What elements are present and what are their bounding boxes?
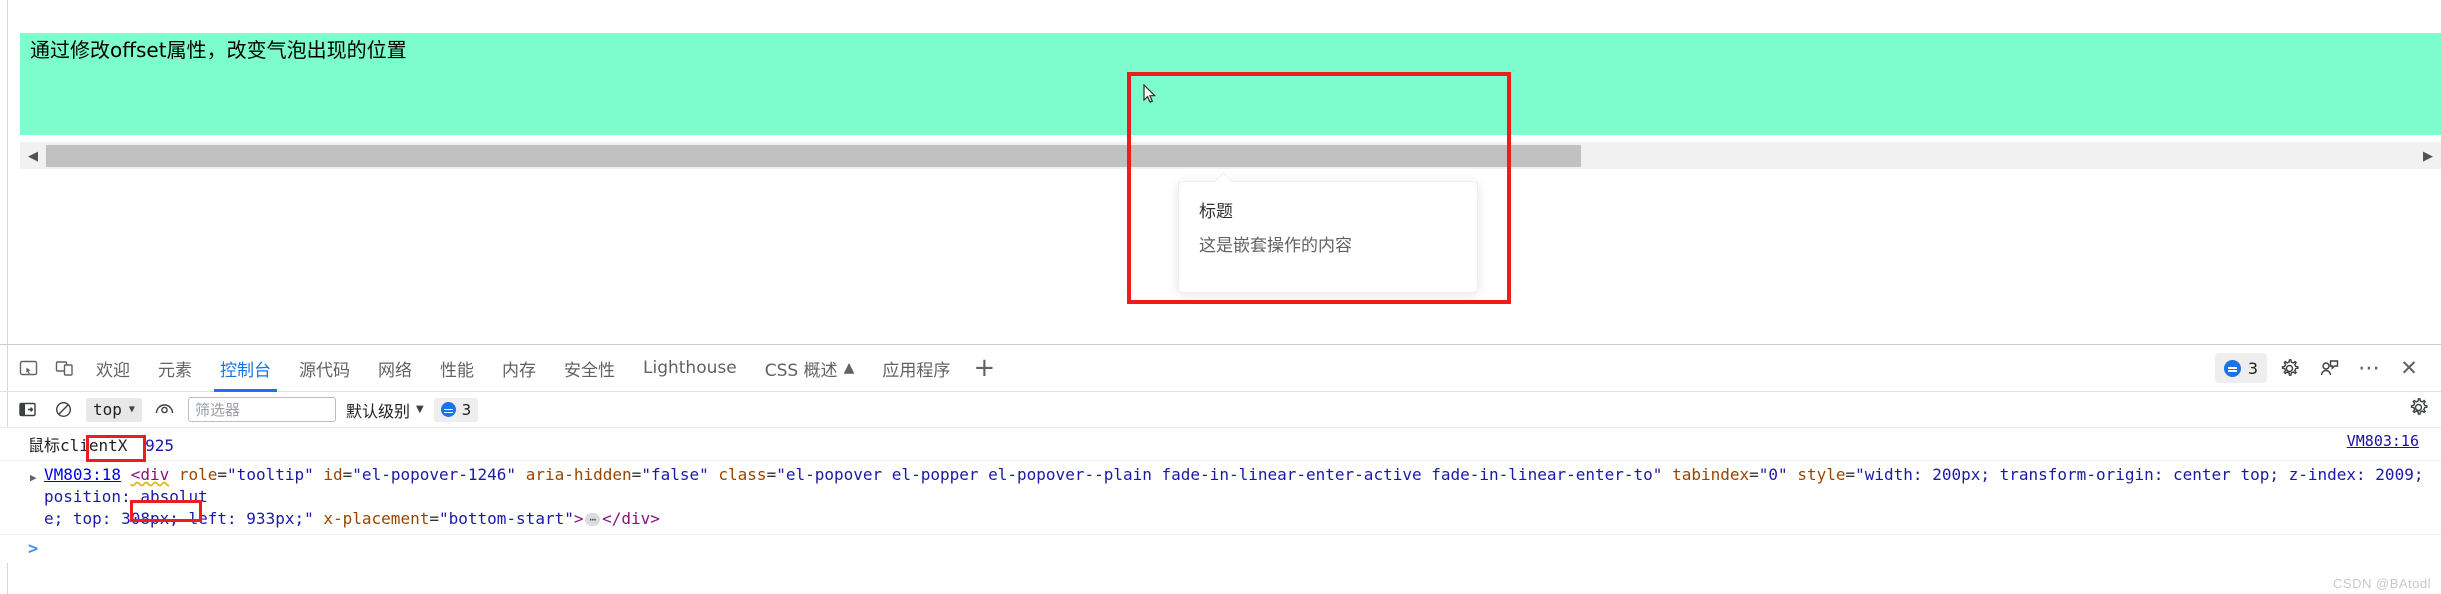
tab-label: CSS 概述	[764, 360, 838, 381]
console-settings-gear-icon[interactable]	[2408, 397, 2429, 422]
device-toolbar-icon[interactable]	[46, 350, 82, 386]
dom-source-link[interactable]: VM803:18	[44, 465, 121, 484]
horizontal-scrollbar[interactable]: ◀ ▶	[20, 141, 2441, 169]
dom-gt: >	[573, 509, 584, 528]
tab-elements[interactable]: 元素	[144, 345, 206, 392]
message-bubble-icon	[2223, 359, 2241, 377]
tab-label: 源代码	[299, 360, 350, 381]
dom-val-style-endquote: "	[304, 509, 314, 528]
tab-welcome[interactable]: 欢迎	[82, 345, 144, 392]
dom-attr-id: id	[323, 465, 343, 484]
devtools-panel: 欢迎 元素 控制台 源代码 网络 性能 内存 安全性 Lighthouse CS…	[0, 344, 2441, 594]
dom-tag-open: <div	[130, 465, 170, 484]
tab-label: 控制台	[220, 360, 271, 381]
dom-attr-style: style	[1797, 465, 1846, 484]
log-level-select[interactable]: 默认级别 ▼	[346, 398, 424, 422]
dom-val-tabindex: "0"	[1758, 465, 1788, 484]
chevron-down-icon: ▼	[415, 404, 424, 415]
tab-css-overview[interactable]: CSS 概述 ▲	[751, 345, 869, 392]
log-message-text: 鼠标clientX	[28, 436, 128, 455]
tab-label: 应用程序	[882, 360, 951, 381]
tab-console[interactable]: 控制台	[206, 345, 285, 392]
scroll-right-arrow-icon[interactable]: ▶	[2415, 142, 2441, 170]
devtools-tabbar: 欢迎 元素 控制台 源代码 网络 性能 内存 安全性 Lighthouse CS…	[0, 345, 2441, 392]
message-bubble-icon	[440, 402, 456, 417]
dom-collapsed-children-icon[interactable]: ⋯	[585, 513, 601, 526]
dom-attr-aria-hidden: aria-hidden	[525, 465, 632, 484]
popover-content: 这是嵌套操作的内容	[1199, 236, 1352, 256]
add-panel-button[interactable]: +	[964, 348, 1004, 388]
console-prompt-row[interactable]: >	[0, 535, 2441, 563]
tab-label: 内存	[502, 360, 536, 381]
tab-label: 性能	[440, 360, 474, 381]
clear-console-icon[interactable]	[50, 397, 76, 423]
tab-application[interactable]: 应用程序	[868, 345, 964, 392]
dom-val-class: "el-popover el-popper el-popover--plain …	[776, 465, 1663, 484]
dom-val-aria-hidden: "false"	[641, 465, 709, 484]
screenshot-root: 通过修改offset属性，改变气泡出现的位置 ◀ ▶ 标题 这是嵌套操作的内容	[0, 0, 2441, 594]
console-message-list: 鼠标clientX 925 VM803:16 ▶ VM803:18 <div r…	[0, 428, 2441, 563]
console-filter-input[interactable]: 筛选器	[187, 397, 336, 422]
message-count: 3	[2247, 358, 2258, 378]
scroll-left-arrow-icon[interactable]: ◀	[20, 142, 46, 170]
dom-val-role: "tooltip"	[227, 465, 314, 484]
close-devtools-icon[interactable]: ✕	[2391, 350, 2427, 386]
prompt-caret-icon: >	[28, 539, 39, 559]
dom-val-style-part2: e; top: 308px;	[44, 509, 189, 528]
dom-attr-role: role	[178, 465, 218, 484]
demo-caption: 通过修改offset属性，改变气泡出现的位置	[30, 38, 407, 62]
console-dom-row[interactable]: ▶ VM803:18 <div role="tooltip" id="el-po…	[0, 461, 2441, 535]
tab-label: 网络	[378, 360, 412, 381]
dom-val-x-placement: "bottom-start"	[438, 509, 574, 528]
level-label: 默认级别	[345, 401, 410, 421]
tab-network[interactable]: 网络	[364, 345, 426, 392]
log-message-value: 925	[145, 436, 174, 455]
inspect-element-icon[interactable]	[10, 350, 46, 386]
tab-label: Lighthouse	[643, 358, 737, 378]
scrollbar-thumb[interactable]	[46, 145, 1581, 167]
console-sidebar-toggle-icon[interactable]	[14, 397, 40, 423]
dom-attr-x-placement: x-placement	[323, 509, 430, 528]
tab-label: 欢迎	[96, 360, 130, 381]
context-label: top	[93, 400, 122, 419]
console-issues-badge[interactable]: 3	[433, 397, 479, 422]
filter-placeholder: 筛选器	[194, 401, 240, 419]
dom-val-id: "el-popover-1246"	[352, 465, 517, 484]
execution-context-select[interactable]: top ▼	[86, 397, 142, 422]
tab-memory[interactable]: 内存	[488, 345, 550, 392]
tab-label: 元素	[158, 360, 192, 381]
tab-lighthouse[interactable]: Lighthouse	[629, 345, 751, 392]
issues-count: 3	[461, 400, 472, 419]
chevron-down-icon: ▼	[128, 404, 135, 415]
log-source-link[interactable]: VM803:16	[2347, 432, 2419, 450]
console-log-row[interactable]: 鼠标clientX 925 VM803:16	[0, 428, 2441, 461]
page-viewport: 通过修改offset属性，改变气泡出现的位置 ◀ ▶ 标题 这是嵌套操作的内容	[0, 0, 2441, 344]
settings-gear-icon[interactable]	[2271, 350, 2307, 386]
feedback-icon[interactable]	[2311, 350, 2347, 386]
dom-tag-close: </div>	[602, 509, 660, 528]
live-expression-eye-icon[interactable]	[152, 397, 178, 423]
page-left-rail	[0, 0, 8, 344]
console-toolbar: top ▼ 筛选器 默认级别 ▼ 3	[0, 392, 2441, 428]
more-options-icon[interactable]: ⋯	[2351, 350, 2387, 386]
el-popover: 标题 这是嵌套操作的内容	[1178, 181, 1478, 293]
devtools-tabbar-actions: 3 ⋯ ✕	[2214, 350, 2431, 386]
dom-attr-class: class	[718, 465, 767, 484]
console-message-badge[interactable]: 3	[2214, 353, 2267, 383]
dom-val-style-left: left: 933px;	[188, 509, 305, 528]
tab-security[interactable]: 安全性	[550, 345, 629, 392]
watermark: CSDN @BAtodl	[2333, 576, 2431, 591]
experimental-flask-icon: ▲	[843, 360, 855, 376]
tab-performance[interactable]: 性能	[426, 345, 488, 392]
demo-green-panel: 通过修改offset属性，改变气泡出现的位置	[20, 33, 2441, 135]
popover-title: 标题	[1199, 202, 1233, 222]
tab-label: 安全性	[564, 360, 615, 381]
mouse-cursor-icon	[1143, 83, 1157, 104]
expand-triangle-icon[interactable]: ▶	[30, 467, 37, 489]
dom-attr-tabindex: tabindex	[1672, 465, 1750, 484]
tab-sources[interactable]: 源代码	[285, 345, 364, 392]
